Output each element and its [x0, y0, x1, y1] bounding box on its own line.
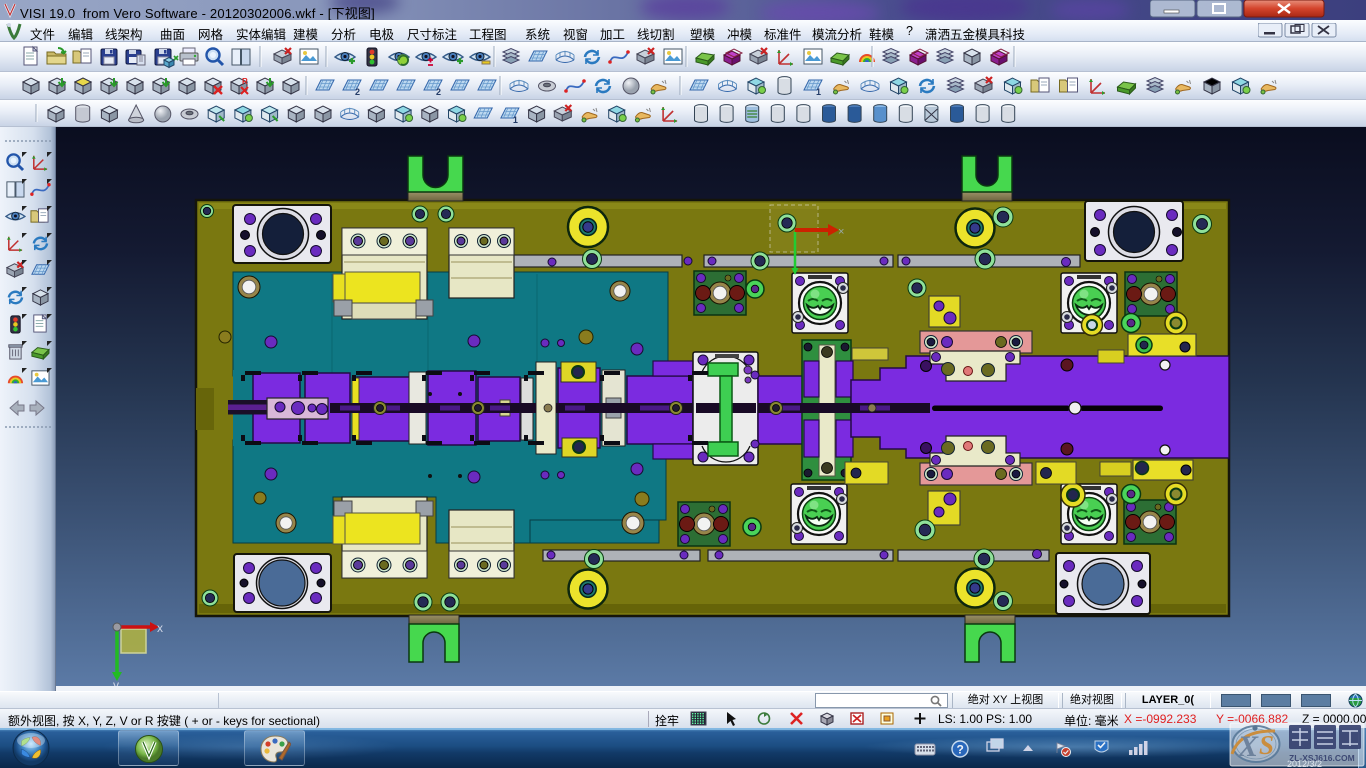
- svg-text:1: 1: [513, 115, 518, 125]
- svg-text:×: ×: [838, 226, 844, 238]
- svg-text:2012/3/2: 2012/3/2: [1287, 759, 1322, 768]
- svg-text:2: 2: [355, 87, 360, 97]
- svg-text:?: ?: [957, 743, 964, 757]
- svg-text:R: R: [242, 77, 248, 86]
- svg-text:X: X: [1237, 730, 1259, 763]
- svg-text:S: S: [1259, 730, 1274, 760]
- svg-text:1: 1: [816, 87, 821, 97]
- svg-text:x: x: [157, 621, 163, 635]
- svg-text:2: 2: [436, 87, 441, 97]
